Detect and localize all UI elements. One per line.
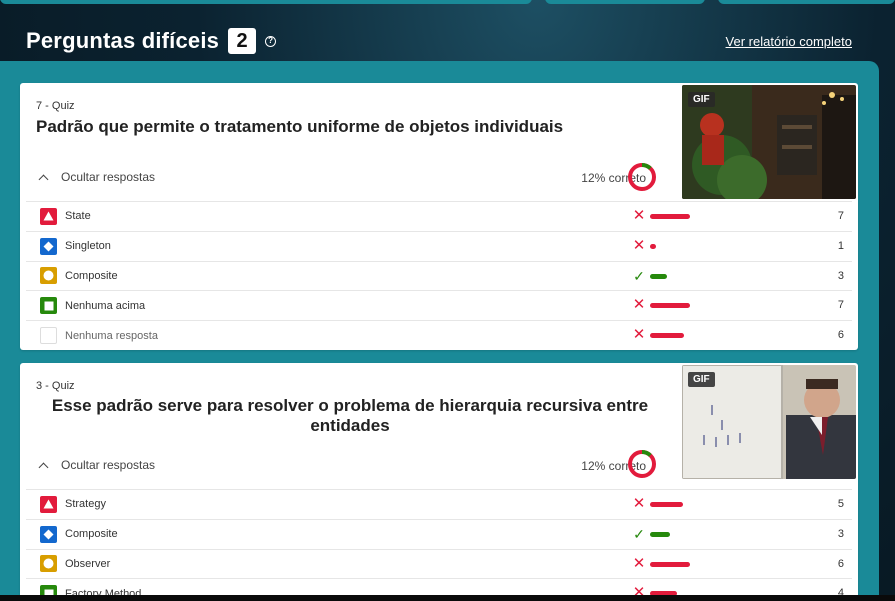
diamond-icon bbox=[40, 525, 57, 543]
answer-row: State ✕ 7 bbox=[26, 201, 852, 231]
question-header: 3 - Quiz Esse padrão serve para resolver… bbox=[20, 363, 858, 481]
square-icon bbox=[40, 297, 57, 315]
answer-label: Singleton bbox=[65, 240, 111, 253]
incorrect-icon: ✕ bbox=[632, 554, 646, 572]
chevron-up-icon bbox=[38, 174, 49, 184]
answer-count: 6 bbox=[837, 557, 844, 570]
question-gif-image: GIF bbox=[682, 85, 856, 199]
correct-check-icon: ✓ bbox=[633, 525, 645, 542]
diamond-icon bbox=[40, 237, 57, 255]
answer-row: Observer ✕ 6 bbox=[26, 548, 852, 579]
answers-list: Strategy ✕ 5 Composite ✓ 3 Observer ✕ 6 bbox=[26, 489, 852, 601]
answer-bar bbox=[650, 561, 690, 567]
top-tab-3[interactable] bbox=[718, 0, 895, 4]
hide-answers-toggle[interactable]: Ocultar respostas bbox=[38, 458, 156, 472]
top-tabs bbox=[0, 0, 895, 4]
answer-row: Composite ✓ 3 bbox=[26, 260, 852, 291]
answer-bar bbox=[650, 303, 690, 309]
answer-count: 1 bbox=[837, 239, 844, 252]
no-answer-icon bbox=[40, 327, 57, 345]
section-title: Perguntas difíceis bbox=[26, 28, 220, 53]
answer-row: Nenhuma resposta ✕ 6 bbox=[26, 320, 852, 350]
incorrect-icon: ✕ bbox=[632, 326, 646, 344]
question-card: 7 - Quiz Padrão que permite o tratamento… bbox=[20, 83, 858, 350]
answer-bar bbox=[650, 273, 667, 279]
hide-answers-label: Ocultar respostas bbox=[61, 458, 156, 472]
answer-label: Nenhuma acima bbox=[65, 299, 146, 312]
answer-label: Nenhuma resposta bbox=[65, 329, 158, 342]
answer-row: Composite ✓ 3 bbox=[26, 518, 852, 549]
incorrect-icon: ✕ bbox=[632, 236, 646, 254]
section-header: Perguntas difíceis 2 ? Ver relatório com… bbox=[26, 26, 852, 56]
answer-count: 6 bbox=[837, 329, 844, 342]
answer-bar bbox=[650, 243, 656, 249]
answer-count: 3 bbox=[837, 269, 844, 282]
answer-count: 3 bbox=[837, 527, 844, 540]
hide-answers-label: Ocultar respostas bbox=[61, 170, 156, 184]
answer-label: Strategy bbox=[65, 498, 106, 511]
chevron-up-icon bbox=[38, 462, 49, 472]
top-tab-1[interactable] bbox=[0, 0, 532, 4]
answer-row: Singleton ✕ 1 bbox=[26, 230, 852, 261]
circle-icon bbox=[40, 267, 57, 285]
question-title: Padrão que permite o tratamento uniforme… bbox=[36, 117, 564, 136]
answer-count: 5 bbox=[837, 498, 844, 510]
answer-row: Strategy ✕ 5 bbox=[26, 489, 852, 519]
full-report-link[interactable]: Ver relatório completo bbox=[726, 34, 852, 49]
answer-label: Observer bbox=[65, 557, 111, 570]
circle-icon bbox=[40, 555, 57, 573]
incorrect-icon: ✕ bbox=[632, 207, 646, 224]
answers-list: State ✕ 7 Singleton ✕ 1 Composite ✓ 3 Ne… bbox=[26, 201, 852, 350]
question-meta: 3 - Quiz bbox=[36, 380, 75, 392]
correct-donut-chart bbox=[628, 450, 656, 478]
question-header: 7 - Quiz Padrão que permite o tratamento… bbox=[20, 83, 858, 201]
gif-badge: GIF bbox=[688, 92, 715, 107]
triangle-icon bbox=[40, 207, 57, 225]
questions-panel: 7 - Quiz Padrão que permite o tratamento… bbox=[0, 61, 879, 601]
question-meta: 7 - Quiz bbox=[36, 100, 75, 112]
answer-label: Composite bbox=[65, 269, 118, 282]
answer-bar bbox=[650, 502, 683, 507]
question-title: Esse padrão serve para resolver o proble… bbox=[51, 396, 649, 435]
answer-row: Nenhuma acima ✕ 7 bbox=[26, 290, 852, 320]
answer-label: Composite bbox=[65, 528, 118, 541]
top-tab-2[interactable] bbox=[545, 0, 705, 4]
hide-answers-toggle[interactable]: Ocultar respostas bbox=[38, 170, 156, 184]
count-badge: 2 bbox=[228, 28, 257, 54]
answer-bar bbox=[650, 214, 690, 219]
bottom-strip bbox=[0, 595, 895, 601]
help-icon[interactable]: ? bbox=[265, 35, 277, 47]
answer-bar bbox=[650, 531, 670, 537]
question-card: 3 - Quiz Esse padrão serve para resolver… bbox=[20, 363, 858, 601]
incorrect-icon: ✕ bbox=[632, 296, 646, 314]
gif-badge: GIF bbox=[688, 372, 715, 387]
incorrect-icon: ✕ bbox=[632, 495, 646, 512]
answer-bar bbox=[650, 333, 684, 339]
correct-donut-chart bbox=[628, 163, 656, 191]
answer-count: 7 bbox=[837, 299, 844, 312]
question-gif-image: GIF bbox=[682, 365, 856, 479]
triangle-icon bbox=[40, 495, 57, 513]
correct-check-icon: ✓ bbox=[633, 267, 645, 284]
answer-count: 7 bbox=[837, 210, 844, 222]
answer-label: State bbox=[65, 210, 91, 223]
